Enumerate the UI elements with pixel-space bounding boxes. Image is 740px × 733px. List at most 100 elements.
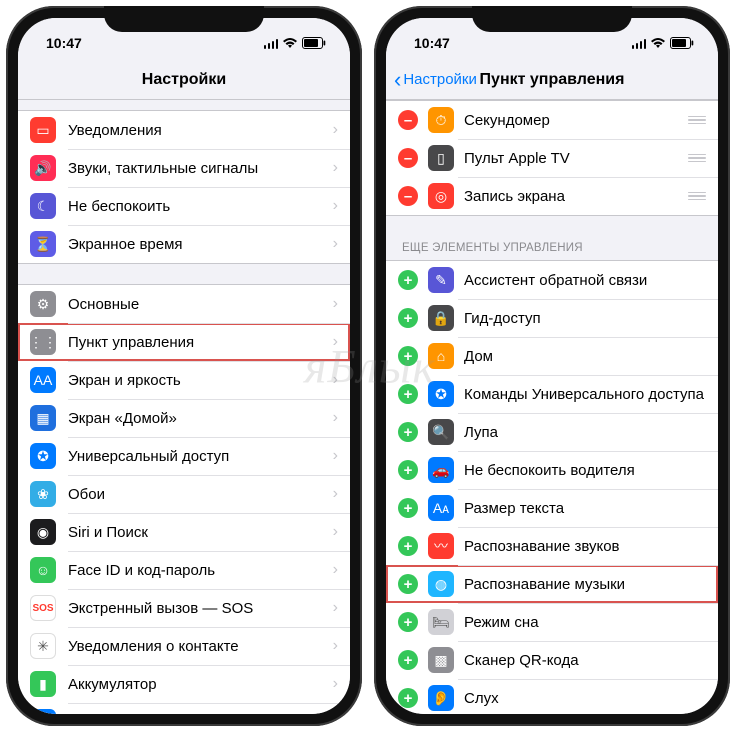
row-label: Уведомления — [68, 122, 333, 139]
row-label: Не беспокоить — [68, 198, 333, 215]
reorder-handle-icon[interactable] — [682, 192, 706, 201]
more-control-row[interactable]: +✪Команды Универсального доступа — [386, 375, 718, 413]
settings-row[interactable]: ❀Обои› — [18, 475, 350, 513]
more-control-row[interactable]: +🚗Не беспокоить водителя — [386, 451, 718, 489]
chevron-right-icon: › — [333, 371, 338, 389]
add-button[interactable]: + — [398, 688, 418, 708]
row-label: Режим сна — [464, 614, 706, 631]
general-icon: ⚙ — [30, 291, 56, 317]
add-button[interactable]: + — [398, 384, 418, 404]
phone-left-screen: 10:47 Настройки ▭Уведомления›🔊Звуки, так… — [18, 18, 350, 714]
add-button[interactable]: + — [398, 308, 418, 328]
settings-row[interactable]: ✳Уведомления о контакте› — [18, 627, 350, 665]
chevron-right-icon: › — [333, 121, 338, 139]
battery-status-icon — [670, 37, 694, 49]
chevron-right-icon: › — [333, 235, 338, 253]
wallpaper-icon: ❀ — [30, 481, 56, 507]
reorder-handle-icon[interactable] — [682, 116, 706, 125]
settings-row[interactable]: ▭Уведомления› — [18, 111, 350, 149]
more-control-row[interactable]: +🔍Лупа — [386, 413, 718, 451]
accessibility-icon: ✪ — [30, 443, 56, 469]
settings-row[interactable]: ✪ Универсальный доступ› — [18, 437, 350, 475]
settings-row[interactable]: ✋Конфиденциальность› — [18, 703, 350, 714]
row-label: Дом — [464, 348, 706, 365]
remove-button[interactable]: – — [398, 148, 418, 168]
add-button[interactable]: + — [398, 460, 418, 480]
control-center-list[interactable]: –⏱Секундомер–▯Пульт Apple TV–◎Запись экр… — [386, 100, 718, 714]
home-icon: ⌂ — [428, 343, 454, 369]
settings-row[interactable]: SOSЭкстренный вызов — SOS› — [18, 589, 350, 627]
more-control-row[interactable]: +▩Сканер QR-кода — [386, 641, 718, 679]
feedback-icon: ✎ — [428, 267, 454, 293]
settings-list[interactable]: ▭Уведомления›🔊Звуки, тактильные сигналы›… — [18, 100, 350, 714]
nav-title: Настройки — [142, 71, 226, 89]
cellular-icon — [264, 38, 279, 49]
included-control-row[interactable]: –⏱Секундомер — [386, 101, 718, 139]
settings-row[interactable]: ⏳Экранное время› — [18, 225, 350, 263]
wifi-icon — [282, 37, 298, 49]
dnd-icon: ☾ — [30, 193, 56, 219]
chevron-right-icon: › — [333, 675, 338, 693]
row-label: Ассистент обратной связи — [464, 272, 706, 289]
phone-left-frame: 10:47 Настройки ▭Уведомления›🔊Звуки, так… — [6, 6, 362, 726]
more-control-row[interactable]: +〰Распознавание звуков — [386, 527, 718, 565]
add-button[interactable]: + — [398, 650, 418, 670]
reorder-handle-icon[interactable] — [682, 154, 706, 163]
remove-button[interactable]: – — [398, 186, 418, 206]
settings-row[interactable]: ◉Siri и Поиск› — [18, 513, 350, 551]
battery-status-icon — [302, 37, 326, 49]
nav-back-button[interactable]: ‹ Настройки — [394, 69, 477, 91]
remove-button[interactable]: – — [398, 110, 418, 130]
more-control-row[interactable]: +🔒Гид-доступ — [386, 299, 718, 337]
add-button[interactable]: + — [398, 574, 418, 594]
siri-icon: ◉ — [30, 519, 56, 545]
row-label: Универсальный доступ — [68, 448, 333, 465]
row-label: Экран и яркость — [68, 372, 333, 389]
settings-row[interactable]: 🔊Звуки, тактильные сигналы› — [18, 149, 350, 187]
settings-row[interactable]: ▮Аккумулятор› — [18, 665, 350, 703]
sleep-mode-icon: 🛏 — [428, 609, 454, 635]
settings-row[interactable]: ⚙Основные› — [18, 285, 350, 323]
row-label: Запись экрана — [464, 188, 682, 205]
qr-scanner-icon: ▩ — [428, 647, 454, 673]
settings-row[interactable]: ☾Не беспокоить› — [18, 187, 350, 225]
more-control-row[interactable]: +AᴀРазмер текста — [386, 489, 718, 527]
chevron-right-icon: › — [333, 599, 338, 617]
add-button[interactable]: + — [398, 422, 418, 442]
chevron-right-icon: › — [333, 637, 338, 655]
settings-row[interactable]: ▦Экран «Домой»› — [18, 399, 350, 437]
apple-tv-remote-icon: ▯ — [428, 145, 454, 171]
add-button[interactable]: + — [398, 498, 418, 518]
nav-bar: Настройки — [18, 60, 350, 100]
row-label: Гид-доступ — [464, 310, 706, 327]
hearing-icon: 👂 — [428, 685, 454, 711]
chevron-right-icon: › — [333, 409, 338, 427]
chevron-right-icon: › — [333, 485, 338, 503]
more-control-row[interactable]: + 🛏 Режим сна — [386, 603, 718, 641]
more-control-row[interactable]: + ✎ Ассистент обратной связи — [386, 261, 718, 299]
more-control-row[interactable]: +◍Распознавание музыки — [386, 565, 718, 603]
add-button[interactable]: + — [398, 346, 418, 366]
faceid-icon: ☺ — [30, 557, 56, 583]
row-label: Пульт Apple TV — [464, 150, 682, 167]
row-label: Уведомления о контакте — [68, 638, 333, 655]
chevron-right-icon: › — [333, 447, 338, 465]
chevron-right-icon: › — [333, 561, 338, 579]
included-control-row[interactable]: –▯ Пульт Apple TV — [386, 139, 718, 177]
row-label: Лупа — [464, 424, 706, 441]
status-time: 10:47 — [46, 35, 82, 51]
nav-title: Пункт управления — [480, 71, 625, 89]
row-label: Распознавание музыки — [464, 576, 706, 593]
control-center-icon: ⋮⋮ — [30, 329, 56, 355]
included-control-row[interactable]: –◎Запись экрана — [386, 177, 718, 215]
add-button[interactable]: + — [398, 270, 418, 290]
settings-row[interactable]: ☺Face ID и код-пароль› — [18, 551, 350, 589]
row-label: Распознавание звуков — [464, 538, 706, 555]
row-label: Экранное время — [68, 236, 333, 253]
add-button[interactable]: + — [398, 612, 418, 632]
add-button[interactable]: + — [398, 536, 418, 556]
settings-row[interactable]: ⋮⋮Пункт управления› — [18, 323, 350, 361]
settings-row[interactable]: AAЭкран и яркость› — [18, 361, 350, 399]
more-control-row[interactable]: + ⌂ Дом — [386, 337, 718, 375]
more-control-row[interactable]: +👂Слух — [386, 679, 718, 714]
